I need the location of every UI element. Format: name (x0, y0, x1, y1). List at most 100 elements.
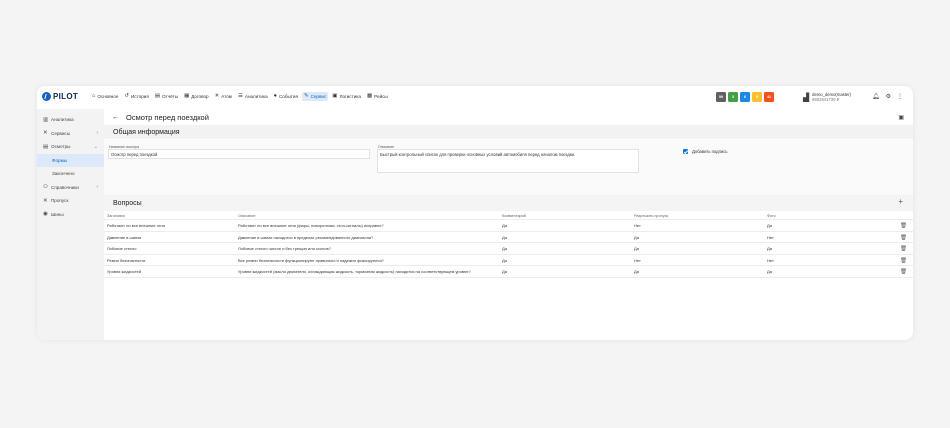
general-section-title: Общая информация (113, 128, 180, 136)
nav-item[interactable]: ▩ Рейсы (365, 92, 390, 101)
sidebar-item-label: Пропуск (51, 198, 69, 204)
more-vert-icon[interactable]: ⋮ (897, 93, 903, 100)
table-row[interactable]: Лобовое стекло Лобовое стекло чистое и бе… (104, 243, 913, 255)
nav-item-label: Основное (97, 93, 119, 99)
table-row[interactable]: Работают ли все внешние огни Работают ли … (104, 220, 913, 232)
page-title: Осмотр перед поездкой (126, 113, 209, 122)
pass-icon: ✕ (43, 197, 48, 204)
logo-text: PILOT (53, 92, 79, 101)
report-icon: ▤ (154, 92, 161, 99)
table-cell: Да (767, 223, 772, 228)
notifications-icon[interactable]: 🔔︎ (872, 93, 880, 100)
checkbox-checked-icon (683, 149, 688, 154)
nav-item[interactable]: ⌂ Основное (90, 92, 120, 101)
sidebar-item[interactable]: ▤ Осмотры ⌄ (37, 140, 104, 154)
trash-icon[interactable]: 🗑︎ (900, 269, 907, 275)
sidebar-item[interactable]: ⚇ Справочники › (37, 181, 104, 195)
app-window: PILOT ⌂ Основное ↺ История ▤ Отчёты ▦ Договор ✳ А… (37, 86, 913, 340)
clipboard-icon: ▤ (43, 143, 49, 150)
name-field[interactable]: Осмотр перед поездкой (108, 149, 370, 159)
counter-badge[interactable]: 99 (716, 92, 726, 102)
counter-badge[interactable]: 6 (740, 92, 750, 102)
trash-icon[interactable]: 🗑︎ (900, 223, 907, 229)
table-cell: Да (502, 234, 507, 240)
table-cell: Уровни жидкостей (107, 269, 141, 274)
table-row[interactable]: Ремни безопасности Все ремни безопасности… (104, 255, 913, 266)
table-cell: Да (502, 257, 507, 263)
sidebar-item[interactable]: ▥ Аналитика (37, 113, 104, 127)
settings-icon[interactable]: ⚙ (886, 93, 891, 100)
sidebar-item[interactable]: Формы (37, 153, 104, 167)
nav-item[interactable]: ▤ Отчёты (153, 92, 180, 101)
history-icon: ↺ (124, 92, 129, 99)
table-cell: Нет (767, 234, 774, 240)
sidebar-item-label: Шины (51, 211, 64, 217)
home-icon: ⌂ (92, 92, 96, 99)
trash-icon[interactable]: 🗑︎ (900, 235, 907, 241)
table-cell: Ремни безопасности (107, 257, 146, 263)
logo[interactable]: PILOT (42, 92, 78, 101)
sidebar-item-label: Законченo (52, 171, 75, 177)
sidebar-item-label: Справочники (51, 184, 79, 190)
user-balance: 8602641730 ₽ (812, 97, 840, 102)
nav-item-label: Аналитика (244, 93, 268, 99)
chevron-icon: › (96, 130, 98, 137)
general-form: Название осмотра Осмотр перед поездкой О… (104, 140, 913, 195)
table-row[interactable]: Давление в шинах Давление в шинах находит… (104, 232, 913, 243)
sidebar-item[interactable]: Законченo (37, 167, 104, 181)
top-icons: 🔔︎ ⚙ ⋮ (872, 93, 909, 100)
nav-item-label: Атом (221, 93, 232, 99)
table-cell: Да (767, 269, 772, 274)
table-row[interactable]: Уровни жидкостей Уровни жидкостей (масло … (104, 266, 913, 278)
nav-item[interactable]: ▣ Логистика (330, 92, 363, 101)
nav-item[interactable]: ✳ Атом (213, 92, 234, 101)
nav-item[interactable]: ☰ Аналитика (236, 92, 270, 101)
back-arrow-icon[interactable]: ← (112, 114, 119, 121)
table-cell: Лобовое стекло (107, 246, 137, 251)
main-nav: ⌂ Основное ↺ История ▤ Отчёты ▦ Договор ✳ Атом ☰ Ан… (90, 92, 392, 101)
counter-badge[interactable]: 3 (728, 92, 738, 102)
save-icon[interactable]: ▣ (898, 114, 904, 121)
nav-item-label: Договор (191, 93, 209, 99)
column-header: Заголовок (107, 214, 125, 218)
analytics-icon: ☰ (237, 92, 243, 99)
table-cell: Да (502, 246, 507, 251)
logo-icon (42, 92, 51, 101)
status-badges: 99 3 6 9 41 (716, 92, 776, 102)
nav-item[interactable]: ● События (272, 92, 300, 101)
nav-item[interactable]: ✎ Сервис (301, 92, 329, 101)
table-cell: Нет (634, 257, 641, 263)
user-menu[interactable]: ▟ demo_demo(master) 8602641730 ₽ (803, 92, 851, 102)
add-question-icon[interactable]: + (898, 197, 903, 206)
trash-icon[interactable]: 🗑︎ (900, 246, 907, 252)
sidebar-item-label: Сервисы (51, 130, 71, 136)
nav-item-label: Отчёты (162, 93, 179, 99)
nav-item-label: Рейсы (374, 93, 388, 99)
counter-badge[interactable]: 41 (764, 92, 774, 102)
bus-icon: ▩ (366, 92, 373, 99)
sidebar-item[interactable]: ✕ Сервисы › (37, 127, 104, 141)
main-content: ← Осмотр перед поездкой ▣ Общая информац… (104, 109, 913, 340)
column-header: Комментарий (502, 214, 526, 218)
top-bar: PILOT ⌂ Основное ↺ История ▤ Отчёты ▦ Договор ✳ А… (37, 86, 913, 109)
counter-badge[interactable]: 9 (752, 92, 762, 102)
table-header-row: Заголовок Описание Комментарий Разрешить пр… (104, 213, 913, 220)
trash-icon[interactable]: 🗑︎ (900, 258, 907, 264)
table-cell: Нет (767, 257, 774, 263)
table-cell: Да (634, 234, 639, 240)
nav-item[interactable]: ↺ История (122, 92, 150, 101)
questions-section-title: Вопросы (113, 199, 142, 207)
building-icon: ▟ (803, 92, 810, 102)
add-signature-label: Добавить подпись (692, 149, 728, 154)
table-cell: Да (502, 269, 507, 274)
column-header: Описание (238, 214, 256, 218)
bell-icon: ● (273, 92, 277, 99)
add-signature-checkbox[interactable]: Добавить подпись (683, 149, 728, 154)
nav-item[interactable]: ▦ Договор (182, 92, 211, 101)
sidebar-item-label: Формы (52, 157, 68, 163)
page-header: ← Осмотр перед поездкой (112, 113, 209, 122)
sidebar-item-label: Аналитика (51, 117, 74, 123)
sidebar-item[interactable]: ✕ Пропуск (37, 194, 104, 208)
description-field[interactable]: Быстрый контрольный список для проверки … (377, 149, 639, 173)
sidebar-item[interactable]: ◉ Шины (37, 208, 104, 222)
